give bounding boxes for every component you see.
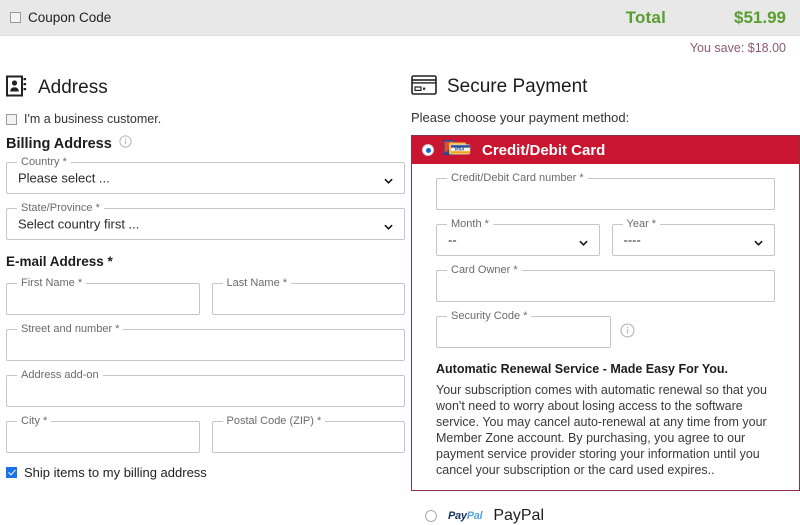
checkbox-unchecked-icon[interactable] — [6, 113, 17, 125]
renewal-title: Automatic Renewal Service - Made Easy Fo… — [436, 362, 728, 376]
checkout-columns: Address I'm a business customer. Billing… — [0, 55, 800, 525]
payment-section-header: Secure Payment — [411, 75, 800, 98]
paypal-method-row[interactable]: PayPal PayPal — [411, 507, 800, 525]
ship-to-billing-toggle[interactable]: Ship items to my billing address — [6, 465, 405, 480]
credit-card-icon — [411, 75, 437, 98]
savings-text: You save: $18.00 — [689, 41, 786, 55]
checkbox-unchecked-icon[interactable] — [10, 12, 21, 23]
city-input[interactable]: City * — [6, 415, 200, 453]
card-owner-label: Card Owner * — [447, 264, 522, 276]
info-circle-icon[interactable] — [620, 323, 635, 341]
country-label: Country * — [17, 156, 71, 168]
expiry-year-select[interactable]: Year * ---- — [611, 218, 775, 256]
card-number-input[interactable]: Credit/Debit Card number * — [436, 172, 775, 210]
address-addon-label: Address add-on — [17, 369, 103, 381]
credit-card-method-header[interactable]: VISA Credit/Debit Card — [412, 136, 799, 164]
address-title: Address — [38, 76, 108, 98]
renewal-body: Your subscription comes with automatic r… — [436, 383, 767, 477]
paypal-logo-icon: PayPal — [448, 510, 483, 522]
state-province-value: Select country first ... — [18, 216, 140, 232]
total-amount: $51.99 — [734, 7, 786, 27]
radio-unselected-icon[interactable] — [425, 510, 437, 522]
checkbox-checked-icon[interactable] — [6, 467, 17, 478]
country-select[interactable]: Country * Please select ... — [6, 156, 405, 194]
billing-address-label: Billing Address — [6, 135, 112, 152]
total-group: Total $51.99 — [626, 8, 786, 28]
street-input[interactable]: Street and number * — [6, 323, 405, 361]
chevron-down-icon[interactable] — [754, 236, 763, 246]
country-value: Please select ... — [18, 170, 110, 186]
total-label: Total — [625, 7, 666, 27]
address-section-header: Address — [6, 75, 405, 100]
chevron-down-icon[interactable] — [578, 236, 588, 246]
address-book-icon — [6, 75, 28, 100]
radio-selected-icon[interactable] — [422, 144, 434, 156]
expiry-month-label: Month * — [447, 218, 493, 230]
postal-code-label: Postal Code (ZIP) * — [222, 415, 326, 427]
billing-address-heading: Billing Address — [6, 135, 405, 152]
credit-card-panel: VISA Credit/Debit Card Credit/Debit Card… — [411, 135, 800, 491]
ship-to-billing-label: Ship items to my billing address — [24, 465, 207, 480]
payment-column: Secure Payment Please choose your paymen… — [405, 65, 800, 525]
last-name-label: Last Name * — [222, 277, 292, 289]
coupon-code-toggle[interactable]: Coupon Code — [10, 10, 111, 25]
paypal-logo-pay: Pay — [448, 510, 467, 522]
last-name-input[interactable]: Last Name * — [211, 277, 405, 315]
address-column: Address I'm a business customer. Billing… — [0, 65, 405, 525]
card-owner-input[interactable]: Card Owner * — [436, 264, 775, 302]
info-circle-icon[interactable] — [119, 135, 132, 152]
business-customer-label: I'm a business customer. — [24, 112, 162, 126]
chevron-down-icon[interactable] — [384, 174, 393, 184]
state-province-label: State/Province * — [17, 202, 104, 214]
state-province-select[interactable]: State/Province * Select country first ..… — [6, 202, 405, 240]
credit-card-method-label: Credit/Debit Card — [482, 141, 606, 159]
expiry-year-label: Year * — [622, 218, 661, 230]
street-label: Street and number * — [17, 323, 124, 335]
choose-payment-text: Please choose your payment method: — [411, 110, 630, 125]
expiry-month-select[interactable]: Month * -- — [436, 218, 600, 256]
savings-row: You save: $18.00 — [0, 36, 800, 55]
paypal-logo-pal: Pal — [466, 510, 483, 522]
credit-card-form: Credit/Debit Card number * Month * -- Ye… — [412, 164, 799, 490]
business-customer-toggle[interactable]: I'm a business customer. — [6, 112, 405, 126]
coupon-code-label: Coupon Code — [28, 10, 112, 25]
city-zip-row: City * Postal Code (ZIP) * — [6, 415, 405, 467]
coupon-total-bar: Coupon Code Total $51.99 — [0, 0, 800, 36]
security-code-input[interactable]: Security Code * — [436, 310, 611, 348]
first-name-label: First Name * — [17, 277, 87, 289]
security-code-label: Security Code * — [447, 310, 532, 322]
expiry-month-value: -- — [448, 232, 457, 248]
card-number-label: Credit/Debit Card number * — [447, 172, 588, 184]
svg-text:VISA: VISA — [455, 147, 465, 152]
address-addon-input[interactable]: Address add-on — [6, 369, 405, 407]
expiry-year-value: ---- — [623, 232, 641, 248]
city-label: City * — [17, 415, 52, 427]
first-name-input[interactable]: First Name * — [6, 277, 200, 315]
security-code-row: Security Code * — [436, 310, 775, 348]
chevron-down-icon[interactable] — [384, 220, 393, 230]
email-address-heading: E-mail Address * — [6, 254, 113, 269]
postal-code-input[interactable]: Postal Code (ZIP) * — [211, 415, 405, 453]
paypal-method-label: PayPal — [493, 507, 545, 524]
payment-title: Secure Payment — [447, 75, 588, 97]
card-brands-icon: VISA — [443, 139, 473, 161]
